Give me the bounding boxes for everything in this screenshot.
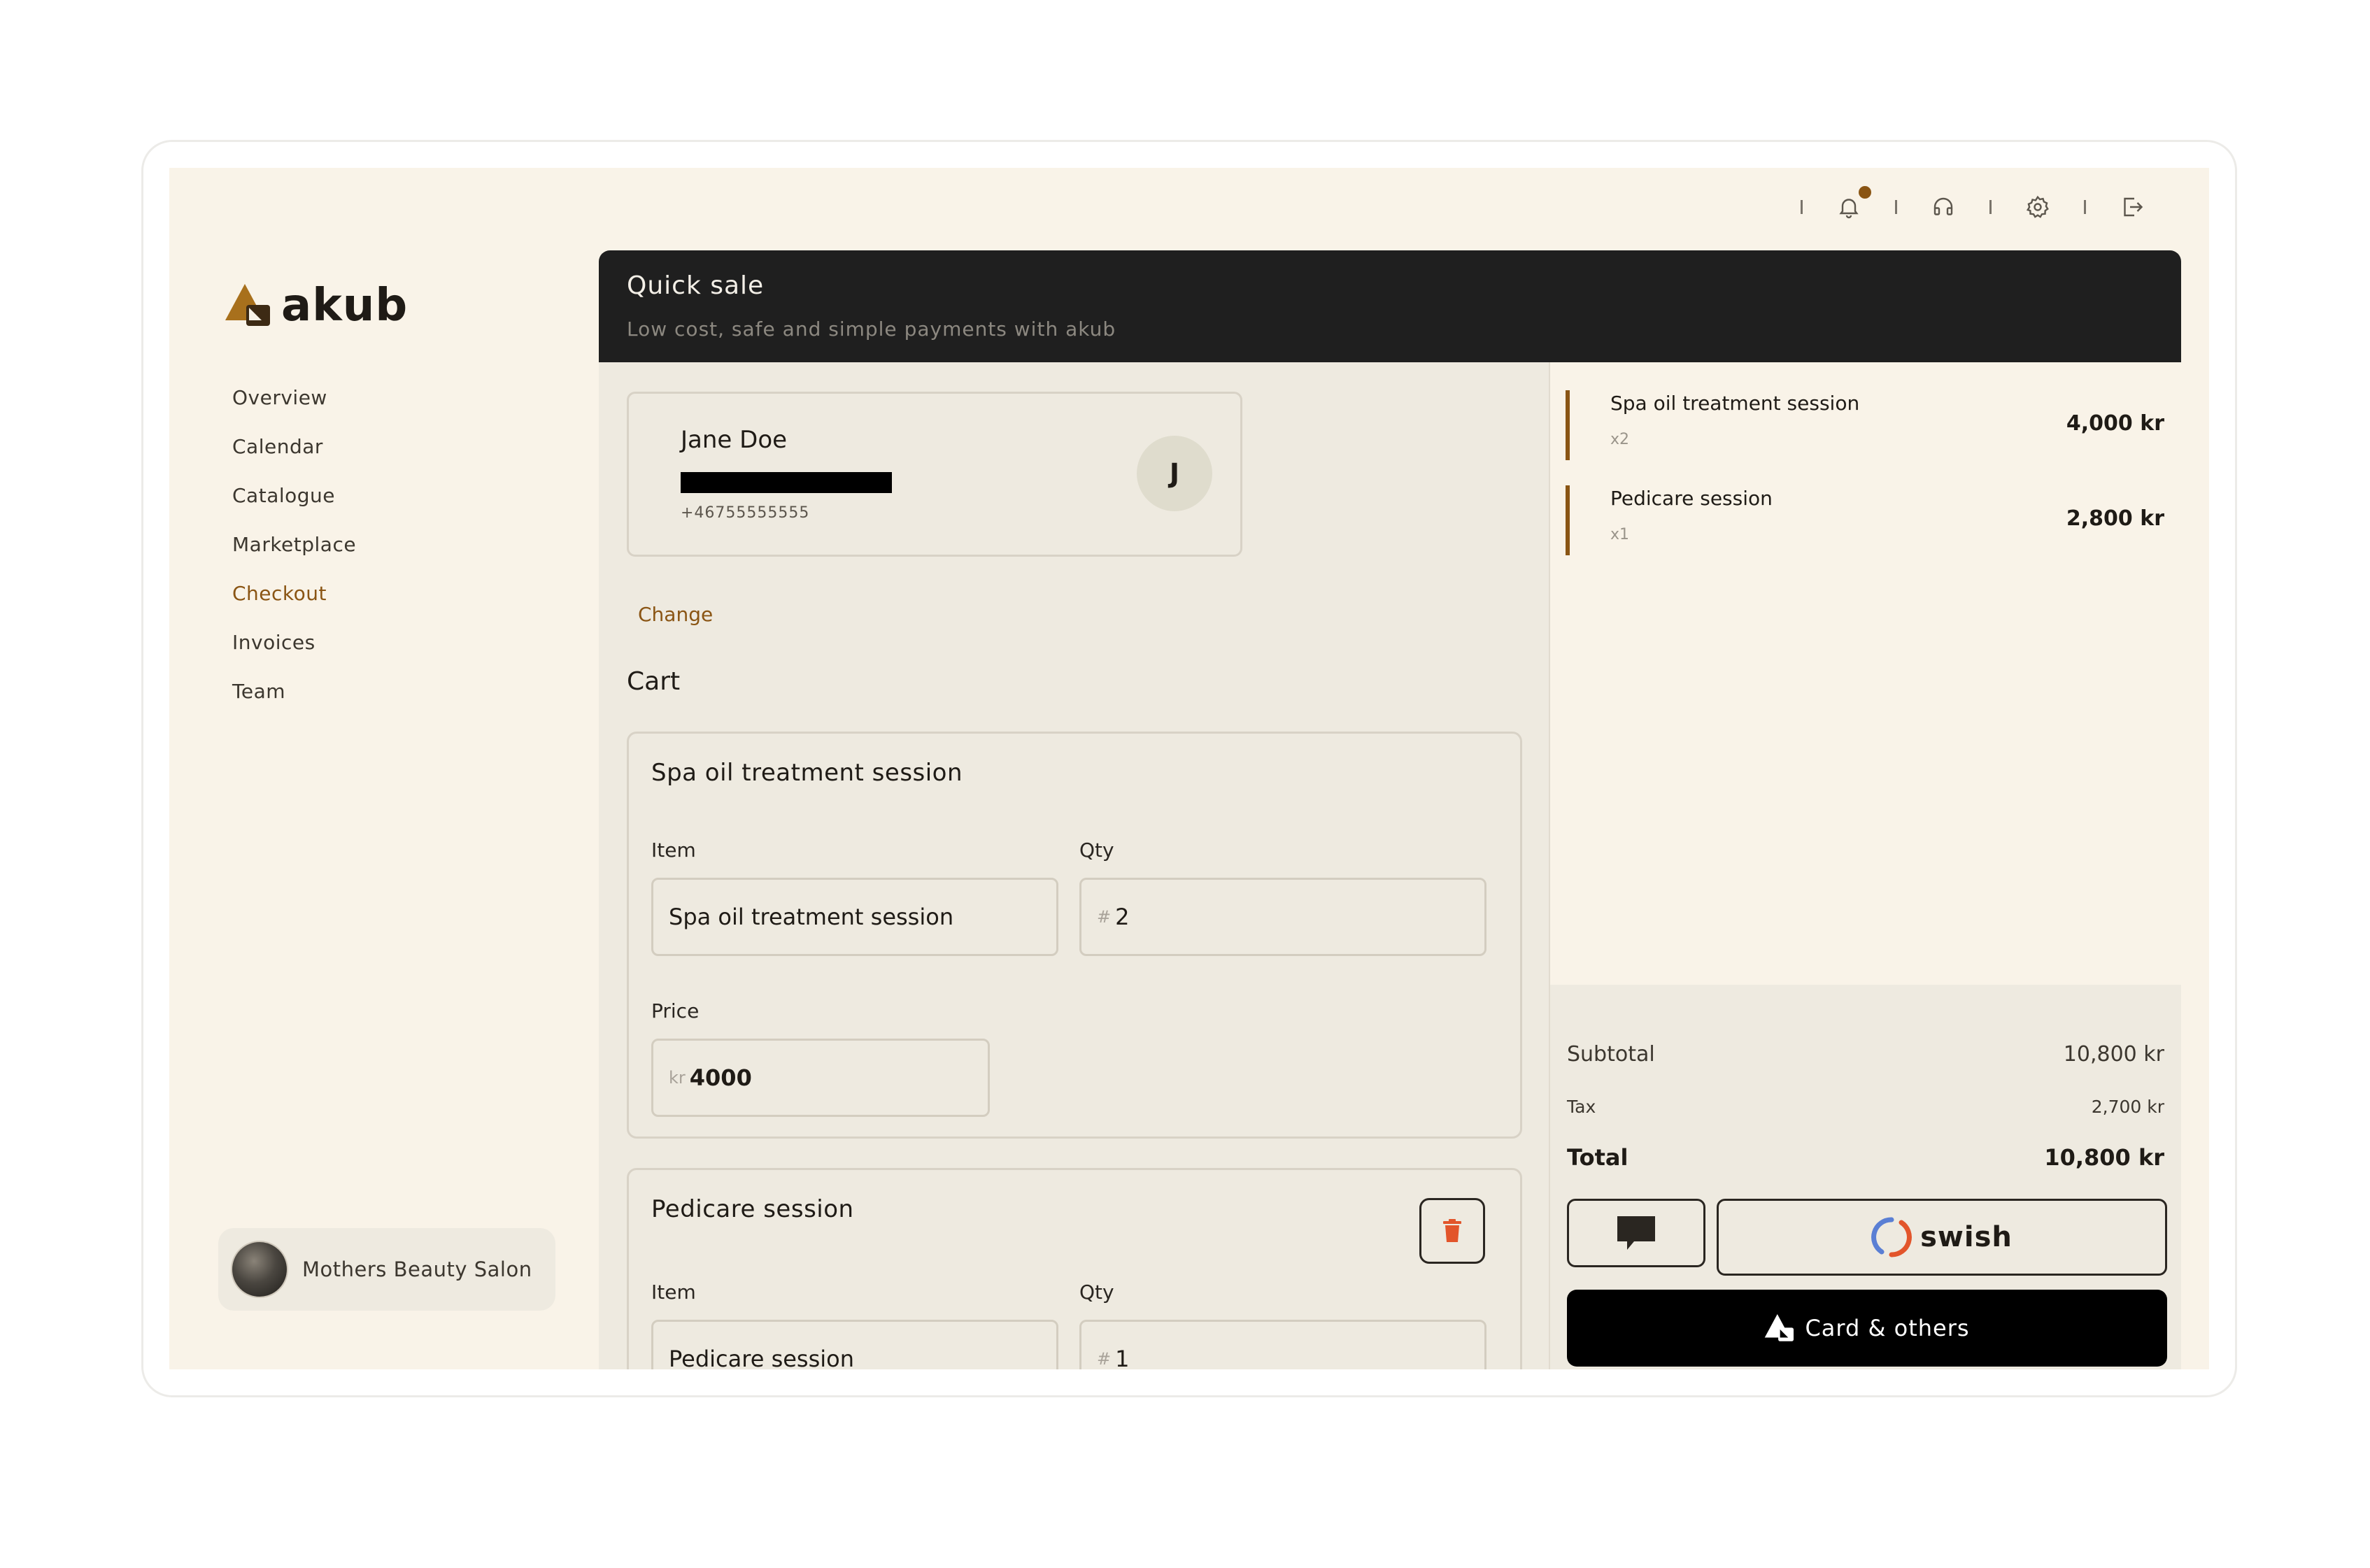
- customer-name: Jane Doe: [681, 426, 788, 454]
- chat-icon: [1617, 1216, 1655, 1250]
- divider: [1989, 200, 1992, 214]
- page-subtitle: Low cost, safe and simple payments with …: [627, 318, 1116, 341]
- sidebar-item-calendar[interactable]: Calendar: [232, 422, 356, 471]
- cart-item: Pedicare session Item Qty Pedicare sessi…: [627, 1168, 1522, 1369]
- tax-row: Tax 2,700 kr: [1567, 1097, 2164, 1117]
- tax-value: 2,700 kr: [2091, 1097, 2164, 1117]
- headset-icon[interactable]: [1929, 193, 1957, 221]
- total-label: Total: [1567, 1144, 1629, 1171]
- summary-item-qty: x1: [1610, 526, 1630, 543]
- summary-item: Pedicare session x1 2,800 kr: [1566, 485, 2164, 555]
- subtotal-label: Subtotal: [1567, 1042, 1655, 1067]
- message-button[interactable]: [1567, 1199, 1705, 1267]
- swish-logo-icon: [1871, 1217, 1913, 1257]
- org-switcher[interactable]: Mothers Beauty Salon: [218, 1228, 555, 1311]
- item-input[interactable]: Pedicare session: [651, 1320, 1058, 1369]
- customer-card[interactable]: Jane Doe +46755555555 J: [627, 392, 1242, 557]
- app-window: akub Overview Calendar Catalogue Marketp…: [169, 168, 2209, 1369]
- card-pay-label: Card & others: [1805, 1315, 1970, 1341]
- total-row: Total 10,800 kr: [1567, 1144, 2164, 1171]
- redacted-email: [681, 472, 892, 493]
- tax-label: Tax: [1567, 1097, 1596, 1117]
- cart-item-title: Spa oil treatment session: [651, 759, 963, 787]
- customer-phone: +46755555555: [681, 504, 810, 522]
- delete-item-button[interactable]: [1419, 1198, 1485, 1264]
- change-customer-link[interactable]: Change: [638, 603, 713, 626]
- qty-input[interactable]: # 1: [1079, 1320, 1486, 1369]
- item-value: Pedicare session: [669, 1346, 855, 1369]
- summary-item-price: 2,800 kr: [2066, 506, 2164, 531]
- qty-prefix: #: [1097, 907, 1112, 927]
- summary-item-name: Spa oil treatment session: [1610, 392, 1860, 415]
- akub-logo-icon: [225, 284, 270, 326]
- notification-dot: [1859, 186, 1871, 199]
- sidebar-item-invoices[interactable]: Invoices: [232, 618, 356, 667]
- price-value: 4000: [689, 1064, 752, 1091]
- cart-item: Spa oil treatment session Item Qty Spa o…: [627, 732, 1522, 1139]
- subtotal-value: 10,800 kr: [2063, 1042, 2164, 1067]
- avatar: [231, 1241, 288, 1298]
- sidebar-item-marketplace[interactable]: Marketplace: [232, 520, 356, 569]
- customer-avatar: J: [1137, 436, 1212, 511]
- sidebar-item-overview[interactable]: Overview: [232, 373, 356, 422]
- swish-pay-button[interactable]: swish: [1717, 1199, 2167, 1276]
- cart-item-title: Pedicare session: [651, 1195, 854, 1223]
- org-name: Mothers Beauty Salon: [302, 1257, 532, 1281]
- bell-icon[interactable]: [1835, 186, 1871, 221]
- sidebar-item-catalogue[interactable]: Catalogue: [232, 471, 356, 520]
- item-label: Item: [651, 839, 696, 862]
- item-input[interactable]: Spa oil treatment session: [651, 878, 1058, 956]
- divider: [2084, 200, 2086, 214]
- summary-item-qty: x2: [1610, 431, 1630, 448]
- page-title: Quick sale: [627, 271, 765, 300]
- subtotal-row: Subtotal 10,800 kr: [1567, 1042, 2164, 1067]
- divider: [1895, 200, 1897, 214]
- totals-panel: Subtotal 10,800 kr Tax 2,700 kr Total 10…: [1550, 985, 2181, 1369]
- page-header: Quick sale Low cost, safe and simple pay…: [599, 250, 2181, 362]
- price-label: Price: [651, 999, 700, 1022]
- item-label: Item: [651, 1281, 696, 1304]
- trash-icon: [1443, 1219, 1461, 1242]
- divider: [1801, 200, 1803, 214]
- logout-icon[interactable]: [2118, 193, 2146, 221]
- item-value: Spa oil treatment session: [669, 904, 954, 930]
- price-prefix: kr: [669, 1068, 686, 1088]
- card-pay-button[interactable]: Card & others: [1567, 1290, 2167, 1367]
- akub-logo-icon: [1765, 1314, 1794, 1341]
- sidebar-nav: Overview Calendar Catalogue Marketplace …: [232, 373, 356, 716]
- qty-prefix: #: [1097, 1349, 1112, 1369]
- qty-label: Qty: [1079, 839, 1114, 862]
- total-value: 10,800 kr: [2044, 1144, 2164, 1171]
- qty-value: 1: [1115, 1346, 1130, 1369]
- summary-item: Spa oil treatment session x2 4,000 kr: [1566, 390, 2164, 460]
- summary-item-price: 4,000 kr: [2066, 411, 2164, 436]
- brand-logo[interactable]: akub: [225, 280, 408, 332]
- order-summary: Spa oil treatment session x2 4,000 kr Pe…: [1550, 362, 2181, 1369]
- qty-value: 2: [1115, 904, 1130, 930]
- sidebar-item-checkout[interactable]: Checkout: [232, 569, 356, 618]
- price-input[interactable]: kr 4000: [651, 1039, 990, 1117]
- top-toolbar: [1768, 186, 2146, 221]
- swish-label: swish: [1920, 1221, 2013, 1253]
- gear-icon[interactable]: [2024, 193, 2052, 221]
- sidebar-item-team[interactable]: Team: [232, 667, 356, 716]
- summary-item-name: Pedicare session: [1610, 487, 1773, 510]
- cart-heading: Cart: [627, 667, 681, 696]
- qty-label: Qty: [1079, 1281, 1114, 1304]
- sale-form: Jane Doe +46755555555 J Change Cart Spa …: [599, 362, 1550, 1369]
- brand-name: akub: [281, 280, 409, 332]
- qty-input[interactable]: # 2: [1079, 878, 1486, 956]
